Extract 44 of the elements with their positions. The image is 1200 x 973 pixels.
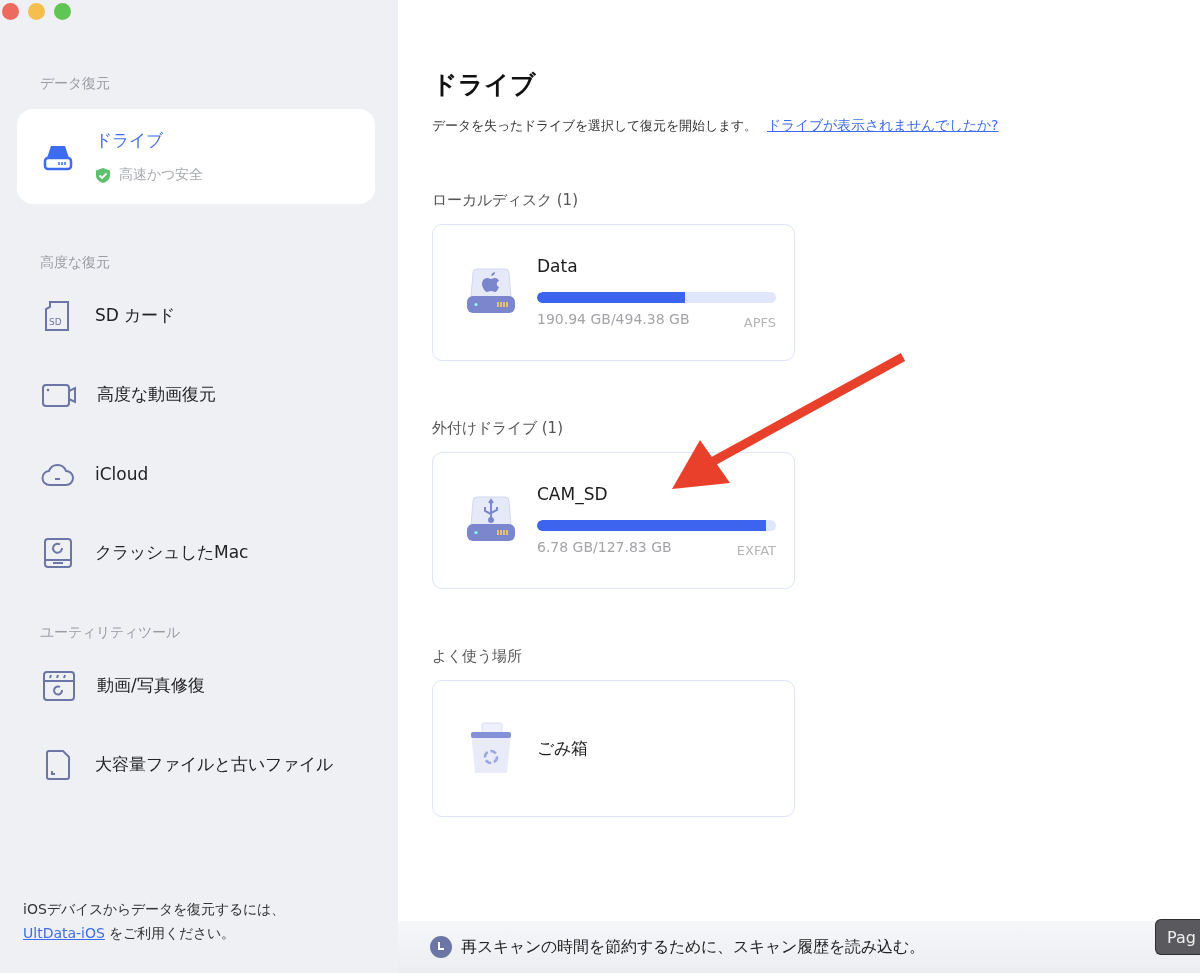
item-label: 動画/写真修復 [97, 674, 205, 697]
item-label: SD カード [95, 304, 176, 327]
window-control[interactable] [28, 3, 45, 20]
drive-size: 190.94 GB/494.38 GB [537, 310, 690, 329]
sidebar-item[interactable]: 高度な動画復元 [17, 355, 375, 434]
drive-format: EXFAT [736, 542, 776, 558]
window-control[interactable] [2, 3, 19, 20]
clock-icon [430, 936, 452, 958]
drive-size: 6.78 GB/127.83 GB [537, 538, 672, 557]
group-title: 外付けドライブ (1) [432, 419, 564, 438]
sidebar-item[interactable]: 動画/写真修復 [17, 646, 375, 725]
group-title: よく使う場所 [432, 647, 523, 666]
drive-card[interactable]: ごみ箱 [432, 680, 795, 817]
drive-name: Data [537, 255, 579, 276]
sidebar-item[interactable]: ドライブ 高速かつ安全 [17, 109, 375, 204]
calendar-refresh-icon [41, 668, 77, 703]
app-link[interactable]: UltData-iOS [23, 925, 105, 941]
drive-name: ごみ箱 [537, 737, 589, 760]
tooltip: Pag [1155, 919, 1200, 955]
help-link[interactable]: ドライブが表示されませんでしたか? [767, 117, 999, 135]
page-title: ドライブ [432, 69, 537, 101]
sidebar-item[interactable]: SD SD カード [17, 276, 375, 355]
drive-name: CAM_SD [537, 483, 609, 504]
page-subtitle: データを失ったドライブを選択して復元を開始します。 [432, 117, 757, 135]
section-title: ユーティリティツール [39, 623, 181, 642]
sidebar-item[interactable]: クラッシュしたMac [17, 513, 375, 592]
item-label: 大容量ファイルと古いファイル [95, 753, 333, 776]
section-title: データ復元 [39, 74, 111, 93]
item-label: ドライブ [95, 129, 164, 152]
window-control[interactable] [54, 3, 71, 20]
shield-check-icon [95, 166, 111, 184]
drive-format: APFS [743, 314, 776, 330]
monitor-refresh-icon [41, 535, 75, 570]
item-subtitle: 高速かつ安全 [119, 166, 203, 184]
item-label: iCloud [95, 463, 149, 484]
status-text: 再スキャンの時間を節約するために、スキャン履歴を読み込む。 [461, 936, 925, 958]
item-label: クラッシュしたMac [95, 541, 249, 564]
sidebar-item[interactable]: 大容量ファイルと古いファイル [17, 725, 375, 804]
section-title: 高度な復元 [39, 253, 111, 272]
group-title: ローカルディスク (1) [432, 191, 579, 210]
drive-card[interactable]: Data 190.94 GB/494.38 GB APFS [432, 224, 795, 361]
footer-text: iOSデバイスからデータを復元するには、 UltData-iOS をご利用ください。 [23, 900, 286, 943]
sidebar-item[interactable]: iCloud [17, 434, 375, 513]
item-label: 高度な動画復元 [97, 383, 216, 406]
